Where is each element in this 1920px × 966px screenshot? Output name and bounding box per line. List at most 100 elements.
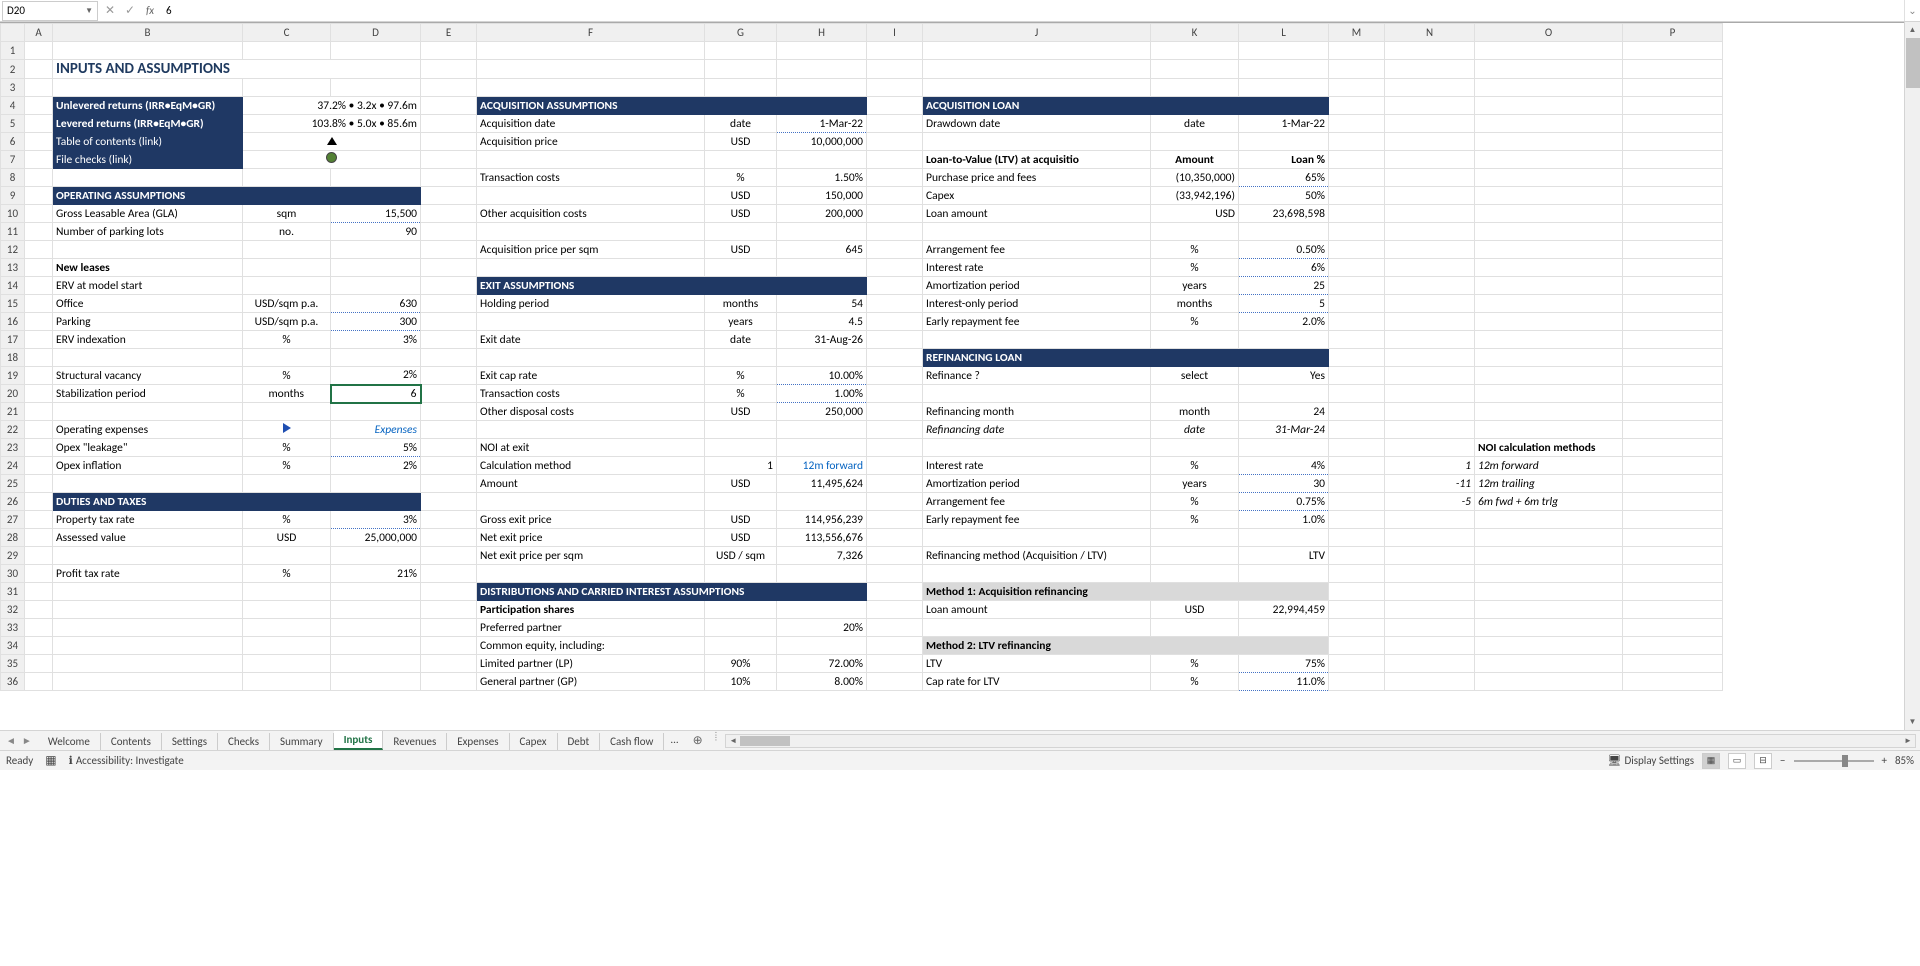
cell-G9[interactable]: USD — [705, 187, 777, 205]
sheet-tab-revenues[interactable]: Revenues — [383, 733, 447, 750]
cell-O12[interactable] — [1475, 241, 1623, 259]
scroll-right-icon[interactable]: ► — [1901, 736, 1915, 746]
display-settings[interactable]: 🖥Display Settings — [1607, 754, 1694, 767]
cell-L9[interactable]: 50% — [1239, 187, 1329, 205]
confirm-icon[interactable]: ✓ — [120, 3, 140, 18]
cell-P27[interactable] — [1623, 511, 1723, 529]
cell-F18[interactable] — [477, 349, 705, 367]
cell-N17[interactable] — [1385, 331, 1475, 349]
cell-M32[interactable] — [1329, 601, 1385, 619]
cell-G3[interactable] — [705, 79, 777, 97]
cell-F34[interactable]: Common equity, including: — [477, 637, 705, 655]
cell-I22[interactable] — [867, 421, 923, 439]
cell-G21[interactable]: USD — [705, 403, 777, 421]
cell-D34[interactable] — [331, 637, 421, 655]
cell-F1[interactable] — [477, 42, 705, 60]
cell-F26[interactable] — [477, 493, 705, 511]
cell-A11[interactable] — [25, 223, 53, 241]
cell-K9[interactable]: (33,942,196) — [1151, 187, 1239, 205]
cell-P21[interactable] — [1623, 403, 1723, 421]
cell-L16[interactable]: 2.0% — [1239, 313, 1329, 331]
cell-L19[interactable]: Yes — [1239, 367, 1329, 385]
cell-I11[interactable] — [867, 223, 923, 241]
cell-F8[interactable]: Transaction costs — [477, 169, 705, 187]
cell-O6[interactable] — [1475, 133, 1623, 151]
cell-M27[interactable] — [1329, 511, 1385, 529]
cell-F35[interactable]: Limited partner (LP) — [477, 655, 705, 673]
col-header[interactable]: B — [53, 24, 243, 42]
cell-G24[interactable]: 1 — [705, 457, 777, 475]
cell-D20[interactable]: 6 — [331, 385, 421, 403]
cell-M4[interactable] — [1329, 97, 1385, 115]
cell-J17[interactable] — [923, 331, 1151, 349]
cell-C29[interactable] — [243, 547, 331, 565]
cell-B10[interactable]: Gross Leasable Area (GLA) — [53, 205, 243, 223]
view-page-layout-icon[interactable]: ▭ — [1728, 753, 1746, 769]
row-header[interactable]: 3 — [1, 79, 25, 97]
accessibility-status[interactable]: ℹAccessibility: Investigate — [69, 754, 184, 767]
cell-N26[interactable]: -5 — [1385, 493, 1475, 511]
name-box[interactable]: D20 ▼ — [2, 1, 98, 21]
col-header[interactable]: O — [1475, 24, 1623, 42]
cell-F27[interactable]: Gross exit price — [477, 511, 705, 529]
col-header[interactable]: F — [477, 24, 705, 42]
cell-H16[interactable]: 4.5 — [777, 313, 867, 331]
cell-H11[interactable] — [777, 223, 867, 241]
row-header[interactable]: 13 — [1, 259, 25, 277]
cell-L23[interactable] — [1239, 439, 1329, 457]
cell-H6[interactable]: 10,000,000 — [777, 133, 867, 151]
cell-I28[interactable] — [867, 529, 923, 547]
cell-K36[interactable]: % — [1151, 673, 1239, 691]
cell-A4[interactable] — [25, 97, 53, 115]
cell-C7[interactable] — [243, 151, 421, 169]
cell-I36[interactable] — [867, 673, 923, 691]
cell-C22[interactable] — [243, 421, 331, 439]
cancel-icon[interactable]: ✕ — [100, 3, 120, 18]
cell-E33[interactable] — [421, 619, 477, 637]
row-header[interactable]: 18 — [1, 349, 25, 367]
row-header[interactable]: 25 — [1, 475, 25, 493]
cell-J31[interactable]: Method 1: Acquisition refinancing — [923, 583, 1329, 601]
cell-F23[interactable]: NOI at exit — [477, 439, 705, 457]
cell-J13[interactable]: Interest rate — [923, 259, 1151, 277]
cell-J21[interactable]: Refinancing month — [923, 403, 1151, 421]
cell-N21[interactable] — [1385, 403, 1475, 421]
cell-D15[interactable]: 630 — [331, 295, 421, 313]
cell-A30[interactable] — [25, 565, 53, 583]
cell-H24[interactable]: 12m forward — [777, 457, 867, 475]
cell-I23[interactable] — [867, 439, 923, 457]
cell-P25[interactable] — [1623, 475, 1723, 493]
cell-H5[interactable]: 1-Mar-22 — [777, 115, 867, 133]
cell-K5[interactable]: date — [1151, 115, 1239, 133]
cell-G36[interactable]: 10% — [705, 673, 777, 691]
cell-I19[interactable] — [867, 367, 923, 385]
row-header[interactable]: 19 — [1, 367, 25, 385]
cell-F19[interactable]: Exit cap rate — [477, 367, 705, 385]
cell-I2[interactable] — [867, 60, 923, 79]
cell-O23[interactable]: NOI calculation methods — [1475, 439, 1623, 457]
cell-P14[interactable] — [1623, 277, 1723, 295]
cell-N14[interactable] — [1385, 277, 1475, 295]
row-header[interactable]: 32 — [1, 601, 25, 619]
row-header[interactable]: 26 — [1, 493, 25, 511]
col-header[interactable]: E — [421, 24, 477, 42]
cell-E10[interactable] — [421, 205, 477, 223]
cell-O29[interactable] — [1475, 547, 1623, 565]
cell-N18[interactable] — [1385, 349, 1475, 367]
cell-H36[interactable]: 8.00% — [777, 673, 867, 691]
cell-D31[interactable] — [331, 583, 421, 601]
cell-J15[interactable]: Interest-only period — [923, 295, 1151, 313]
cell-A33[interactable] — [25, 619, 53, 637]
cell-F33[interactable]: Preferred partner — [477, 619, 705, 637]
cell-E14[interactable] — [421, 277, 477, 295]
cell-O7[interactable] — [1475, 151, 1623, 169]
row-header[interactable]: 9 — [1, 187, 25, 205]
cell-C21[interactable] — [243, 403, 331, 421]
row-header[interactable]: 6 — [1, 133, 25, 151]
cell-H35[interactable]: 72.00% — [777, 655, 867, 673]
row-header[interactable]: 15 — [1, 295, 25, 313]
cell-J22[interactable]: Refinancing date — [923, 421, 1151, 439]
cell-G23[interactable] — [705, 439, 777, 457]
cell-J26[interactable]: Arrangement fee — [923, 493, 1151, 511]
cell-G16[interactable]: years — [705, 313, 777, 331]
